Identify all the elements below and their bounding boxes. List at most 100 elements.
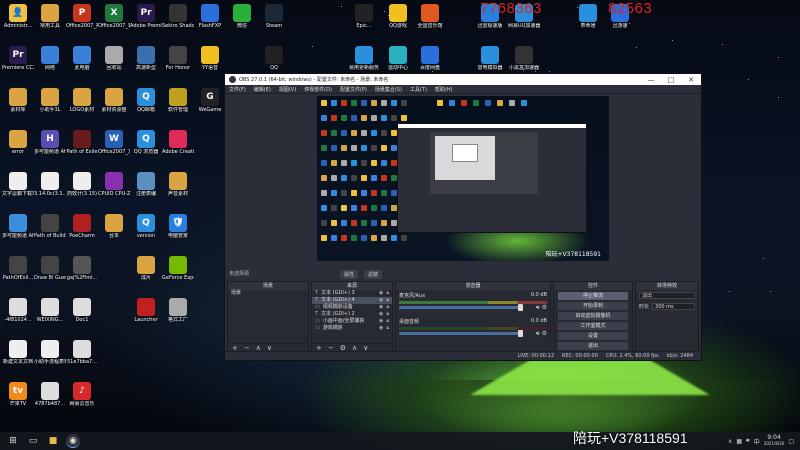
desktop-icon[interactable]: 常用工具 (34, 4, 66, 29)
desktop-icon[interactable]: 素材资源整 (98, 88, 130, 113)
menu-scene-collection[interactable]: 场景集合(S) (375, 86, 402, 93)
desktop-icon[interactable]: 全国音乐馆 (414, 4, 446, 29)
volume-slider[interactable] (399, 330, 524, 337)
desktop-icon[interactable]: -4f81024... (2, 298, 34, 323)
source-item[interactable]: T 文本 (GDI+) 4 ◉ 🔒︎ (312, 297, 392, 304)
desktop-icon[interactable]: 台本 (98, 214, 130, 239)
desktop-icon[interactable]: CPUID CPU-Z (98, 172, 130, 197)
desktop-icon[interactable]: Sekiro Shadow... (162, 4, 194, 29)
volume-slider-knob[interactable] (518, 330, 524, 337)
desktop-icon[interactable]: LOGO素材 (66, 88, 98, 113)
desktop-icon[interactable]: G WeGame (194, 88, 226, 113)
obs-preview[interactable]: 陪玩+V378118591 (317, 96, 609, 261)
desktop-icon[interactable]: PrAdobe Premie... (130, 4, 162, 29)
scene-item[interactable]: 场景 (228, 290, 308, 297)
desktop-icon[interactable]: POffice2007_打打HT (66, 4, 98, 29)
desktop-icon[interactable]: 微信 (226, 4, 258, 29)
maximize-button[interactable]: □ (661, 76, 681, 84)
source-item[interactable]: ▭ 视频捕获设备 ◉ 🔒︎ (312, 304, 392, 311)
desktop-icon[interactable]: 注册表编 (130, 172, 162, 197)
properties-button[interactable]: 属性 (340, 270, 359, 279)
menu-view[interactable]: 视图(V) (279, 86, 296, 93)
desktop-icon[interactable]: Path of Exile (66, 130, 98, 155)
folder-icon[interactable]: ■ (46, 434, 60, 448)
lock-icon[interactable]: 🔒︎ (386, 318, 389, 325)
desktop-icon[interactable]: Adobe Creati... (162, 130, 194, 155)
desktop-icon[interactable]: 网络 (34, 46, 66, 71)
network-icon[interactable]: ▦ (736, 438, 742, 445)
file-explorer-icon[interactable]: ▭ (26, 434, 40, 448)
menu-file[interactable]: 文件(F) (229, 86, 246, 93)
start-recording-button[interactable]: 开始录制 (558, 302, 628, 310)
minimize-button[interactable]: — (641, 76, 661, 84)
desktop-icon[interactable]: WEIXING... (34, 298, 66, 323)
desktop-icon[interactable]: 格式工厂 (162, 298, 194, 323)
desktop-icon[interactable]: 🛡 电脑管家 (162, 214, 194, 239)
desktop-icon[interactable]: 雷电模拟器 (474, 46, 506, 71)
start-virtual-camera-button[interactable]: 启动虚拟摄像机 (558, 312, 628, 320)
desktop-icon[interactable]: 小助手流程表格两... (34, 340, 66, 365)
desktop-icon[interactable]: 软件管理 (162, 88, 194, 113)
desktop-icon[interactable]: Launcher (130, 298, 162, 323)
ime-indicator[interactable]: 中 (754, 437, 760, 446)
notification-icon[interactable]: ▢ (788, 438, 794, 445)
desktop-icon[interactable]: 小助手3L (34, 88, 66, 113)
desktop-icon[interactable]: For Honor (162, 46, 194, 71)
desktop-icon[interactable]: 新建文本文档 (2, 340, 34, 365)
desktop-icon[interactable]: QQ (258, 46, 290, 71)
desktop-icon[interactable]: tv 芒果TV (2, 382, 34, 407)
desktop-icon[interactable]: 👤 Administr... (2, 4, 34, 29)
studio-mode-button[interactable]: 工作室模式 (558, 322, 628, 330)
duration-input[interactable]: 300 ms (652, 303, 695, 310)
desktop-icon[interactable]: error (2, 130, 34, 155)
stop-streaming-button[interactable]: 停止推流 (558, 292, 628, 300)
desktop-icon[interactable]: QQ游戏 (382, 4, 414, 29)
menu-edit[interactable]: 编辑(E) (254, 86, 271, 93)
eye-icon[interactable]: ◉ (379, 304, 383, 311)
lock-icon[interactable]: 🔒︎ (386, 290, 389, 297)
desktop-icon[interactable]: 4787b487... (34, 382, 66, 407)
clock[interactable]: 9:04 2021/9/20 (764, 435, 785, 447)
eye-icon[interactable]: ◉ (379, 325, 383, 332)
desktop-icon[interactable]: PrPremiere CC2019 (2, 46, 34, 71)
menu-tools[interactable]: 工具(T) (410, 86, 427, 93)
desktop-icon[interactable]: gaj%2Fimi... (66, 256, 98, 281)
desktop-icon[interactable]: FlashFXP (194, 4, 226, 29)
desktop-icon[interactable]: 多可能频道 AHK(20.19... (2, 214, 34, 239)
desktop-icon[interactable]: 素材库 (2, 88, 34, 113)
desktop-icon[interactable]: 成片 (130, 256, 162, 281)
menu-docks[interactable]: 停靠部件(D) (304, 86, 332, 93)
exit-button[interactable]: 退出 (558, 342, 628, 350)
desktop-icon[interactable]: 小黑盒加速器 (508, 46, 540, 71)
obs-taskbar-icon[interactable]: ◉ (66, 434, 80, 448)
desktop-icon[interactable]: Q QQ邮箱 (130, 88, 162, 113)
tray-chevron-icon[interactable]: ∧ (728, 438, 732, 445)
filters-button[interactable]: 滤镜 (364, 270, 383, 279)
desktop-icon[interactable]: 药效计(3.15) (66, 172, 98, 197)
desktop-icon[interactable]: 3.14.0c(3.1... (34, 172, 66, 197)
menu-help[interactable]: 帮助(H) (435, 86, 453, 93)
desktop-icon[interactable]: Path of Building (34, 214, 66, 239)
eye-icon[interactable]: ◉ (379, 311, 383, 318)
desktop-icon[interactable]: ♪ 网易云音乐 (66, 382, 98, 407)
lock-icon[interactable]: 🔒︎ (386, 297, 389, 304)
desktop-icon[interactable]: 此电脑 (66, 46, 98, 71)
desktop-icon[interactable]: 寿命通 (572, 4, 604, 29)
source-item[interactable]: ▭ 小画中画/全屏捕获 ◉ 🔒︎ (312, 318, 392, 325)
desktop-icon[interactable]: 回收站 (98, 46, 130, 71)
desktop-icon[interactable]: 声音素材 (162, 172, 194, 197)
lock-icon[interactable]: 🔒︎ (386, 311, 389, 318)
lock-icon[interactable]: 🔒︎ (386, 325, 389, 332)
desktop-icon[interactable]: H多可能频道 AHK (34, 130, 66, 155)
desktop-icon[interactable]: GeForce Experience (162, 256, 194, 281)
desktop-icon[interactable]: YY语音 (194, 46, 226, 71)
eye-icon[interactable]: ◉ (379, 290, 383, 297)
desktop-icon[interactable]: 运动中心 (382, 46, 414, 71)
source-item[interactable]: T 文本 (GDI+) 2 ◉ 🔒︎ (312, 311, 392, 318)
eye-icon[interactable]: ◉ (379, 297, 383, 304)
source-item[interactable]: T 文本 (GDI+) 3 ◉ 🔒︎ (312, 290, 392, 297)
close-button[interactable]: ✕ (681, 76, 701, 84)
menu-profile[interactable]: 配置文件(P) (340, 86, 367, 93)
desktop-icon[interactable]: 文字逗霸下载地址 (2, 172, 34, 197)
desktop-icon[interactable]: Epic... (348, 4, 380, 29)
